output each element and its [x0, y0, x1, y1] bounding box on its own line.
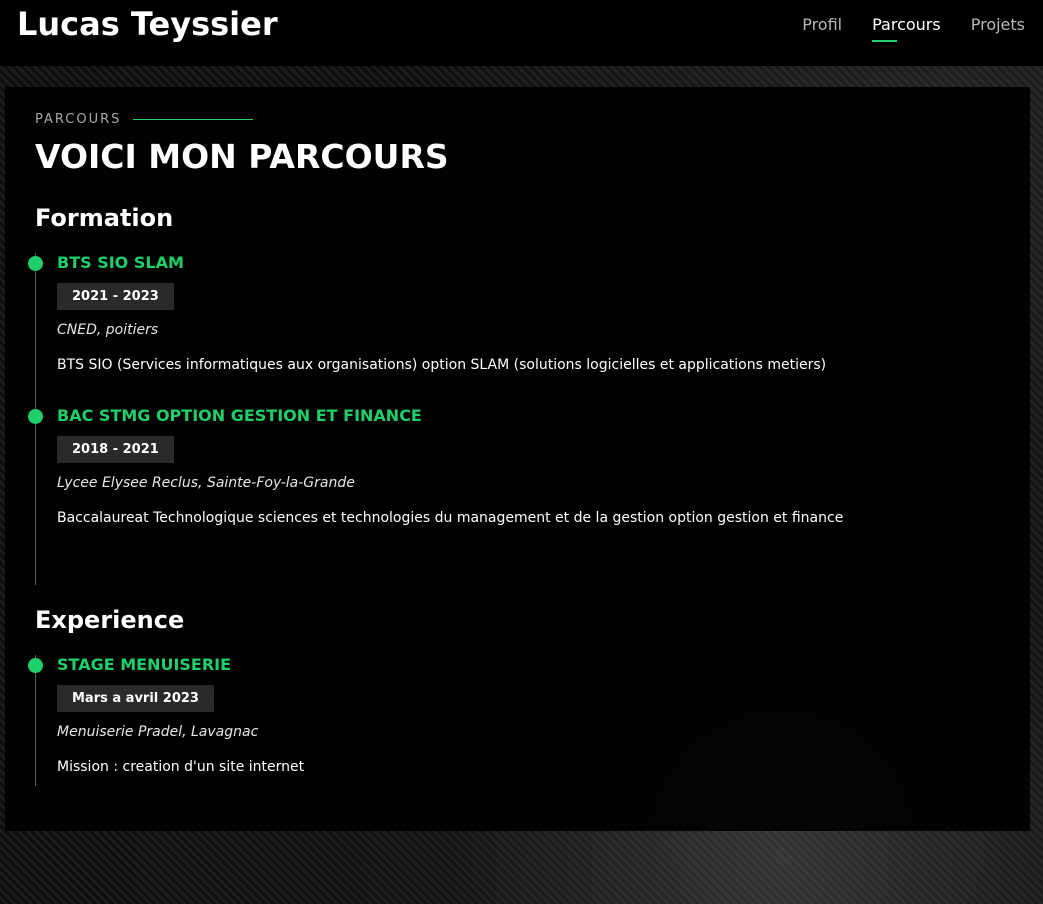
- entry-title: BTS SIO SLAM: [57, 253, 184, 272]
- timeline-dot-icon: [28, 256, 43, 271]
- experience-heading: Experience: [35, 606, 185, 634]
- timeline-entry: BAC STMG OPTION GESTION ET FINANCE 2018 …: [28, 406, 844, 526]
- entry-place: Menuiserie Pradel, Lavagnac: [57, 724, 259, 740]
- kicker-divider: [133, 119, 254, 120]
- entry-date-badge: 2018 - 2021: [57, 436, 174, 463]
- nav-link-parcours[interactable]: Parcours: [872, 15, 941, 42]
- entry-date-badge: Mars a avril 2023: [57, 685, 214, 712]
- nav-link-profil[interactable]: Profil: [802, 15, 842, 42]
- entry-title: BAC STMG OPTION GESTION ET FINANCE: [57, 406, 422, 425]
- entry-place: CNED, poitiers: [57, 322, 159, 338]
- entry-date-badge: 2021 - 2023: [57, 283, 174, 310]
- page: Lucas Teyssier Profil Parcours Projets P…: [0, 0, 1043, 904]
- section-kicker: PARCOURS: [35, 112, 254, 127]
- timeline-dot-icon: [28, 658, 43, 673]
- timeline-dot-icon: [28, 409, 43, 424]
- timeline-entry: BTS SIO SLAM 2021 - 2023 CNED, poitiers …: [28, 253, 843, 373]
- brand-logo[interactable]: Lucas Teyssier: [17, 5, 278, 43]
- nav-link-projets[interactable]: Projets: [971, 15, 1025, 42]
- timeline-entry: STAGE MENUISERIE Mars a avril 2023 Menui…: [28, 655, 305, 775]
- entry-title: STAGE MENUISERIE: [57, 655, 232, 674]
- section-title: VOICI MON PARCOURS: [35, 137, 449, 176]
- entry-description: BTS SIO (Services informatiques aux orga…: [57, 357, 827, 373]
- section-kicker-label: PARCOURS: [35, 112, 122, 127]
- entry-description: Baccalaureat Technologique sciences et t…: [57, 510, 844, 526]
- site-header: Lucas Teyssier Profil Parcours Projets: [0, 0, 1043, 66]
- parcours-section: PARCOURS VOICI MON PARCOURS Formation BT…: [5, 87, 1030, 831]
- entry-description: Mission : creation d'un site internet: [57, 759, 305, 775]
- experience-timeline: STAGE MENUISERIE Mars a avril 2023 Menui…: [28, 655, 305, 786]
- formation-timeline: BTS SIO SLAM 2021 - 2023 CNED, poitiers …: [28, 253, 844, 585]
- entry-place: Lycee Elysee Reclus, Sainte-Foy-la-Grand…: [57, 475, 355, 491]
- formation-heading: Formation: [35, 204, 174, 232]
- main-nav: Profil Parcours Projets: [802, 15, 1025, 42]
